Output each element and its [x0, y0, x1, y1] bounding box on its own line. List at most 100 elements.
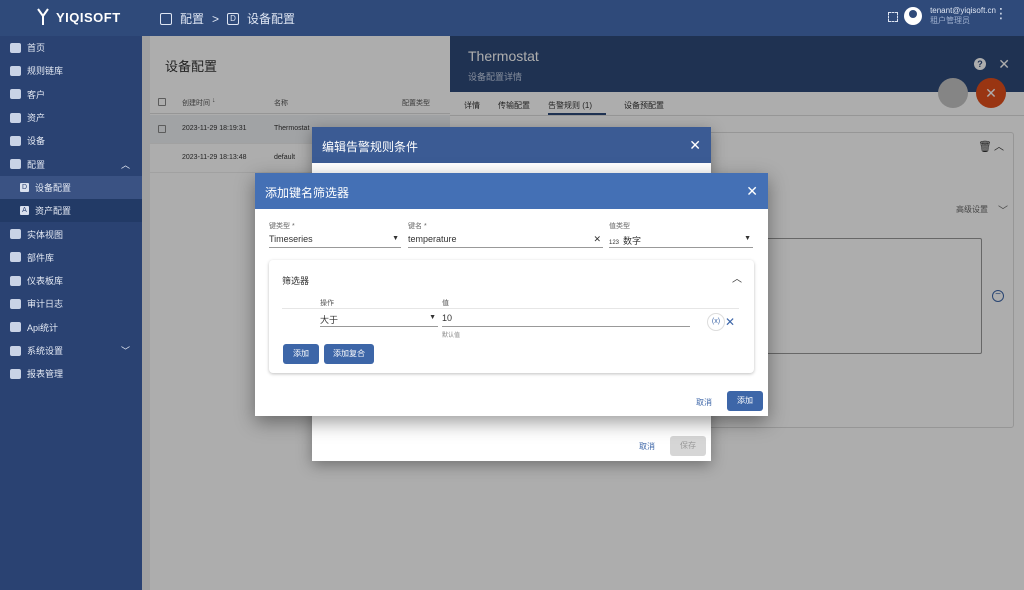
report-icon	[10, 368, 21, 379]
gear-icon	[10, 345, 21, 356]
close-icon[interactable]: ✕	[689, 137, 701, 154]
close-icon[interactable]: ✕	[746, 183, 758, 200]
sidebar-item-widgets[interactable]: 部件库	[0, 246, 142, 269]
settings-icon	[160, 12, 172, 25]
device-profile-icon: D	[227, 12, 240, 25]
device-icon	[10, 135, 21, 146]
sidebar-item-label: 资产配置	[35, 206, 72, 217]
add-filter-button[interactable]: 添加	[283, 344, 319, 364]
save-button[interactable]: 保存	[670, 436, 706, 456]
dropdown-arrow-icon: ▼	[429, 314, 436, 321]
sidebar-item-label: 报表管理	[27, 369, 64, 380]
cancel-button[interactable]: 取消	[696, 397, 712, 408]
sidebar-item-dashboards[interactable]: 仪表板库	[0, 269, 142, 292]
value-type-value: 数字	[623, 236, 642, 246]
settings-icon	[10, 159, 21, 170]
dynamic-value-button[interactable]: (x)	[707, 313, 725, 331]
default-value-hint: 默认值	[442, 333, 461, 339]
breadcrumb: 配置 > D 设备配置	[160, 10, 295, 27]
user-role: 租户管理员	[930, 16, 971, 25]
confirm-add-button[interactable]: 添加	[727, 391, 763, 411]
breadcrumb-item-config[interactable]: 配置	[180, 10, 204, 27]
sidebar-item-asset-profiles[interactable]: A 资产配置	[0, 199, 142, 223]
sidebar-item-reports[interactable]: 报表管理	[0, 362, 142, 385]
divider	[282, 308, 739, 309]
key-name-value: temperature	[408, 234, 457, 244]
dialog-title: 编辑告警规则条件	[312, 127, 711, 163]
value-label: 值	[442, 300, 449, 307]
value-value: 10	[442, 313, 453, 323]
key-type-value: Timeseries	[269, 234, 313, 244]
fullscreen-icon[interactable]	[888, 12, 898, 22]
sidebar-item-assets[interactable]: 资产	[0, 106, 142, 129]
breadcrumb-separator: >	[212, 11, 220, 26]
operation-label: 操作	[320, 300, 334, 307]
sidebar-item-label: 系统设置	[27, 346, 64, 356]
key-type-label: 键类型 *	[269, 223, 295, 230]
sidebar-item-label: 审计日志	[27, 299, 64, 310]
sidebar: 首页 规则链库 客户 资产 设备 配置 ︿ D 设备配置 A 资产配置 实体视图 部件…	[0, 36, 142, 590]
clear-icon[interactable]: ✕	[593, 234, 601, 245]
dropdown-arrow-icon: ▼	[392, 235, 399, 242]
sidebar-item-label: 设备配置	[35, 182, 72, 193]
brand-name: YIQISOFT	[56, 9, 121, 25]
add-complex-filter-button[interactable]: 添加复合	[324, 344, 374, 364]
chart-icon	[10, 322, 21, 333]
value-type-label: 值类型	[609, 223, 630, 230]
sidebar-item-profiles[interactable]: 配置 ︿	[0, 152, 142, 175]
home-icon	[10, 42, 21, 53]
key-type-field[interactable]: 键类型 * Timeseries ▼	[269, 221, 401, 248]
key-name-label: 键名 *	[408, 223, 427, 230]
sidebar-item-entity-views[interactable]: 实体视图	[0, 222, 142, 245]
logo-icon	[37, 8, 49, 25]
chevron-down-icon: ﹀	[120, 346, 130, 356]
operation-value: 大于	[320, 315, 339, 325]
view-icon	[10, 229, 21, 240]
add-key-filter-dialog: 添加键名筛选器 ✕ 键类型 * Timeseries ▼ 键名 * tempera…	[255, 173, 768, 416]
chevron-up-icon: ︿	[120, 159, 130, 170]
sidebar-item-label: 规则链库	[27, 66, 64, 77]
widgets-icon	[10, 252, 21, 263]
sidebar-item-label: 资产	[27, 113, 46, 124]
dialog-title: 添加键名筛选器	[255, 173, 768, 209]
value-input[interactable]: 10	[442, 313, 690, 327]
chevron-up-icon[interactable]: ︿	[732, 270, 742, 285]
sidebar-item-audit-logs[interactable]: 审计日志	[0, 292, 142, 315]
people-icon	[10, 89, 21, 100]
user-email: tenant@yiqisoft.cn	[930, 6, 996, 15]
key-name-field[interactable]: 键名 * temperature ✕	[408, 221, 603, 248]
building-icon	[10, 112, 21, 123]
sidebar-item-home[interactable]: 首页	[0, 36, 142, 59]
operation-select[interactable]: 大于 ▼	[320, 313, 438, 327]
avatar[interactable]	[904, 7, 923, 25]
more-vert-icon[interactable]: ⋮	[994, 6, 1008, 20]
dropdown-arrow-icon: ▼	[744, 235, 751, 242]
dashboard-icon	[10, 275, 21, 286]
filters-panel: 筛选器 ︿ 操作 值 大于 ▼ 10 默认值 (x) ✕ 添加 添加复合	[269, 260, 754, 373]
logo[interactable]: YIQISOFT	[36, 8, 121, 26]
sidebar-item-label: 设备	[27, 136, 46, 147]
sidebar-item-rule-chains[interactable]: 规则链库	[0, 59, 142, 82]
number-icon: 123	[609, 240, 620, 246]
sidebar-item-label: 首页	[27, 43, 46, 54]
user-menu[interactable]: tenant@yiqisoft.cn 租户管理员	[904, 6, 996, 26]
top-bar: YIQISOFT 配置 > D 设备配置 tenant@yiqisoft.cn …	[0, 0, 1024, 36]
sidebar-item-label: Api统计	[27, 322, 59, 333]
filters-title: 筛选器	[282, 276, 310, 286]
sidebar-item-device-profiles[interactable]: D 设备配置	[0, 175, 142, 200]
breadcrumb-item-device-profile: 设备配置	[247, 12, 296, 26]
sidebar-item-label: 客户	[27, 89, 46, 100]
value-type-field[interactable]: 值类型 123 数字 ▼	[609, 221, 753, 248]
code-icon	[10, 65, 21, 76]
sidebar-item-label: 配置	[27, 159, 46, 170]
sidebar-item-label: 仪表板库	[27, 276, 64, 287]
sidebar-item-label: 部件库	[27, 252, 55, 263]
sidebar-item-system-settings[interactable]: 系统设置 ﹀	[0, 339, 142, 362]
track-icon	[10, 298, 21, 309]
sidebar-item-api-usage[interactable]: Api统计	[0, 316, 142, 339]
device-profile-icon: D	[20, 182, 29, 192]
sidebar-item-devices[interactable]: 设备	[0, 129, 142, 152]
remove-filter-icon[interactable]: ✕	[725, 315, 735, 329]
cancel-button[interactable]: 取消	[639, 441, 655, 452]
sidebar-item-customers[interactable]: 客户	[0, 83, 142, 106]
